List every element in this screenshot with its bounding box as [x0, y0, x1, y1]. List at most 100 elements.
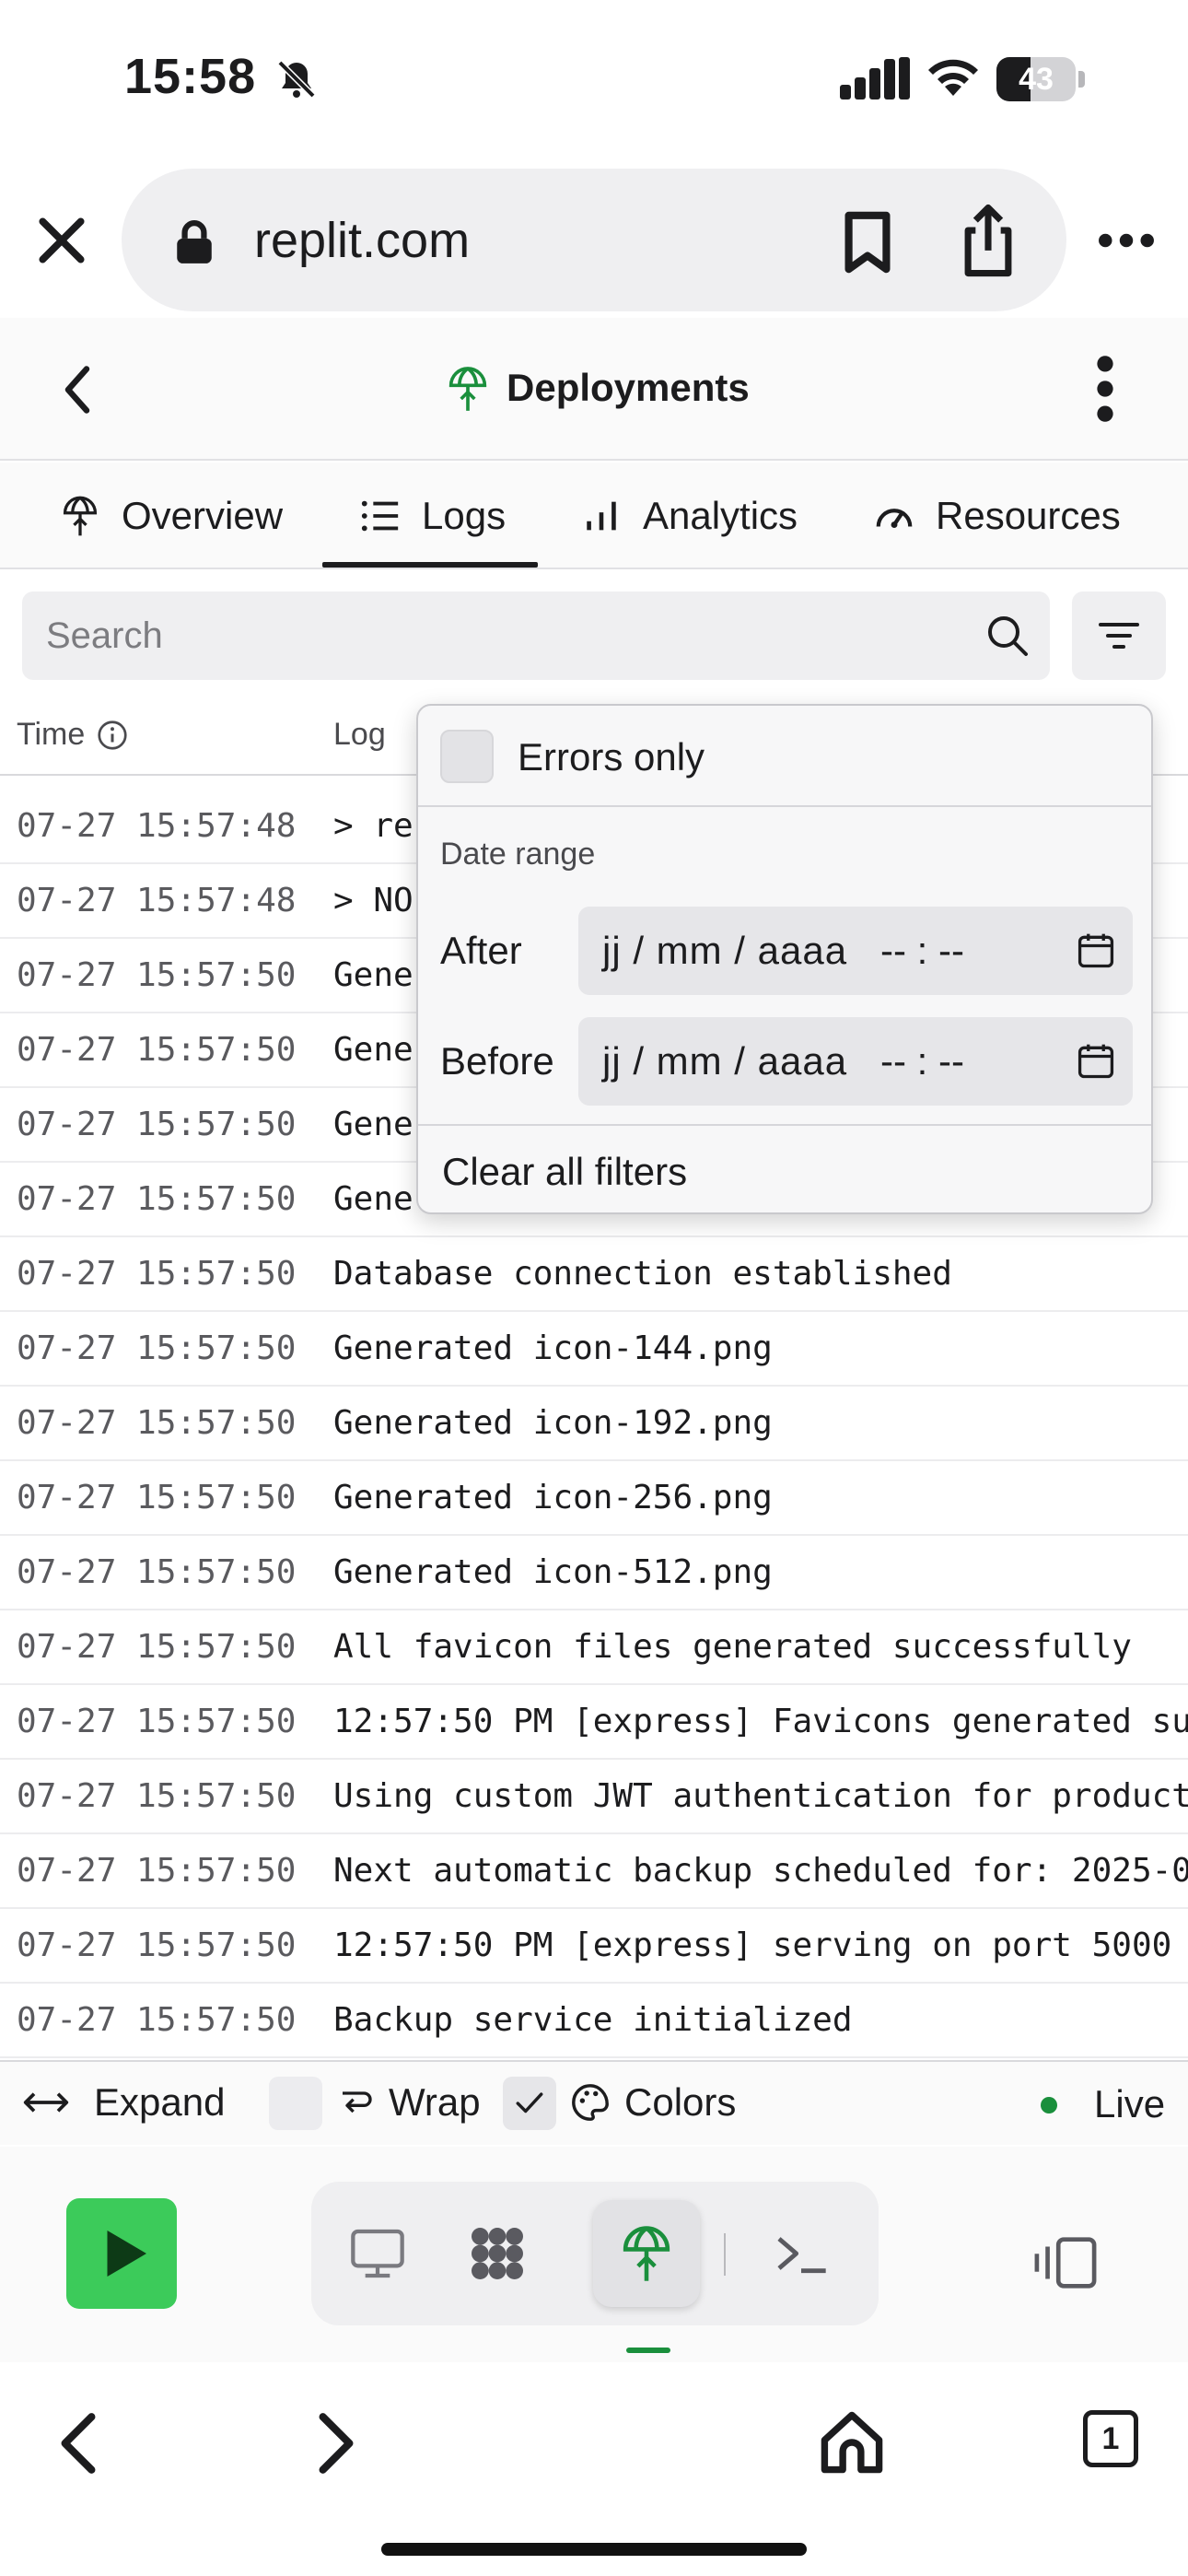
log-row[interactable]: 07-27 15:57:50 Generated icon-512.png — [0, 1536, 1188, 1610]
log-timestamp: 07-27 15:57:50 — [17, 1926, 297, 1964]
log-timestamp: 07-27 15:57:50 — [17, 2001, 297, 2039]
date-placeholder: jj / mm / aaaa — [602, 1039, 848, 1083]
log-timestamp: 07-27 15:57:50 — [17, 1404, 297, 1442]
dock-shell-button[interactable] — [748, 2200, 855, 2307]
tab-resources[interactable]: Resources — [873, 463, 1121, 569]
log-timestamp: 07-27 15:57:50 — [17, 1180, 297, 1218]
log-row[interactable]: 07-27 15:57:50 Database connection establ… — [0, 1237, 1188, 1312]
tab-analytics[interactable]: Analytics — [580, 463, 798, 569]
status-time: 15:58 — [124, 49, 257, 104]
search-icon[interactable] — [985, 614, 1030, 658]
log-message: Backup service initialized — [333, 2001, 853, 2039]
deployment-tabs: Overview Logs Analytics Resources — [0, 463, 1188, 569]
log-timestamp: 07-27 15:57:50 — [17, 1553, 297, 1591]
log-row[interactable]: 07-27 15:57:50 Generated icon-192.png — [0, 1387, 1188, 1461]
colors-toggle[interactable]: Colors — [569, 2080, 736, 2125]
play-icon — [107, 2231, 146, 2277]
dock-active-indicator — [626, 2348, 670, 2353]
log-timestamp: 07-27 15:57:50 — [17, 1329, 297, 1367]
close-icon[interactable] — [33, 212, 90, 269]
more-horizontal-icon[interactable] — [1098, 230, 1155, 251]
info-icon[interactable] — [96, 719, 129, 752]
log-message: Using custom JWT authentication for prod… — [333, 1777, 1188, 1815]
errors-only-row[interactable]: Errors only — [418, 706, 1151, 807]
expand-button[interactable]: Expand — [22, 2080, 225, 2125]
live-label[interactable]: Live — [1094, 2082, 1165, 2126]
wrap-checkbox[interactable] — [269, 2077, 322, 2130]
browser-back-icon[interactable] — [55, 2410, 101, 2476]
filter-icon — [1099, 623, 1139, 649]
before-date-input[interactable]: jj / mm / aaaa -- : -- — [578, 1017, 1133, 1106]
log-timestamp: 07-27 15:57:50 — [17, 956, 297, 994]
log-row[interactable]: 07-27 15:57:50 12:57:50 PM [express] serv… — [0, 1909, 1188, 1984]
log-timestamp: 07-27 15:57:50 — [17, 1255, 297, 1293]
home-icon[interactable] — [818, 2408, 886, 2476]
log-message: Generated icon-192.png — [333, 1404, 773, 1442]
calendar-icon[interactable] — [1076, 1041, 1116, 1082]
errors-only-checkbox[interactable] — [440, 730, 494, 783]
log-toolbar: Expand Wrap Colors Live — [0, 2060, 1188, 2145]
errors-only-label: Errors only — [518, 735, 705, 779]
clear-all-filters-button[interactable]: Clear all filters — [418, 1124, 1151, 1212]
log-row[interactable]: 07-27 15:57:50 All favicon files generate… — [0, 1610, 1188, 1685]
search-input[interactable] — [46, 591, 967, 680]
deployment-icon — [623, 2226, 670, 2281]
monitor-icon — [351, 2229, 404, 2278]
palette-icon — [572, 2084, 609, 2121]
calendar-icon[interactable] — [1076, 931, 1116, 971]
battery-percent: 43 — [1019, 62, 1054, 97]
date-placeholder: jj / mm / aaaa — [602, 929, 848, 972]
log-row[interactable]: 07-27 15:57:50 Next automatic backup sche… — [0, 1834, 1188, 1909]
checkmark-icon — [516, 2092, 543, 2113]
back-chevron-icon[interactable] — [57, 362, 98, 417]
wrap-toggle[interactable]: Wrap — [337, 2080, 481, 2125]
log-timestamp: 07-27 15:57:50 — [17, 1628, 297, 1666]
log-row[interactable]: 07-27 15:57:50 Backup service initialized — [0, 1984, 1188, 2058]
log-message: Gene — [333, 1180, 413, 1218]
log-message: Database connection established — [333, 1255, 952, 1293]
tab-label: Resources — [936, 494, 1121, 537]
log-row[interactable]: 07-27 15:57:50 Using custom JWT authentic… — [0, 1760, 1188, 1834]
app-header: Deployments — [0, 318, 1188, 461]
tab-overview[interactable]: Overview — [59, 463, 283, 569]
log-row[interactable]: 07-27 15:57:50 Generated icon-256.png — [0, 1461, 1188, 1536]
agent-grid-icon — [472, 2228, 523, 2279]
browser-forward-icon[interactable] — [313, 2410, 359, 2476]
filter-button[interactable] — [1072, 591, 1166, 680]
url-text[interactable]: replit.com — [254, 212, 470, 269]
dock-webview-button[interactable] — [324, 2200, 431, 2307]
after-date-input[interactable]: jj / mm / aaaa -- : -- — [578, 907, 1133, 995]
dock-agent-button[interactable] — [444, 2200, 551, 2307]
colors-label: Colors — [624, 2080, 737, 2124]
log-timestamp: 07-27 15:57:50 — [17, 1703, 297, 1740]
deployment-icon — [63, 496, 98, 536]
date-range-label: Date range — [440, 837, 596, 872]
log-timestamp: 07-27 15:57:50 — [17, 1479, 297, 1516]
dock-deployments-button[interactable] — [593, 2200, 700, 2307]
dock-tool-bar — [311, 2182, 879, 2325]
more-vertical-icon[interactable] — [1087, 355, 1124, 423]
bookmark-icon[interactable] — [840, 210, 895, 275]
log-message: > re — [333, 807, 413, 845]
dock-divider — [724, 2233, 726, 2276]
page-title: Deployments — [507, 366, 750, 409]
run-button[interactable] — [66, 2198, 177, 2309]
log-message: Generated icon-256.png — [333, 1479, 773, 1516]
share-icon[interactable] — [958, 203, 1019, 278]
split-view-icon[interactable] — [1033, 2235, 1098, 2290]
browser-nav-bar: 1 — [0, 2362, 1188, 2576]
filter-popover: Errors only Date range After jj / mm / a… — [416, 704, 1153, 1214]
colors-checkbox[interactable] — [503, 2077, 556, 2130]
log-timestamp: 07-27 15:57:50 — [17, 1106, 297, 1143]
log-timestamp: 07-27 15:57:50 — [17, 1852, 297, 1890]
wrap-icon — [343, 2091, 372, 2113]
time-placeholder: -- : -- — [880, 1039, 964, 1083]
log-row[interactable]: 07-27 15:57:50 12:57:50 PM [express] Favi… — [0, 1685, 1188, 1760]
column-header-time: Time — [17, 717, 129, 753]
tab-logs[interactable]: Logs — [359, 463, 506, 569]
list-icon — [361, 500, 399, 532]
search-box — [22, 591, 1050, 680]
log-row[interactable]: 07-27 15:57:50 Generated icon-144.png — [0, 1312, 1188, 1387]
column-header-time-label: Time — [17, 717, 86, 752]
tab-switcher-button[interactable]: 1 — [1083, 2410, 1138, 2467]
